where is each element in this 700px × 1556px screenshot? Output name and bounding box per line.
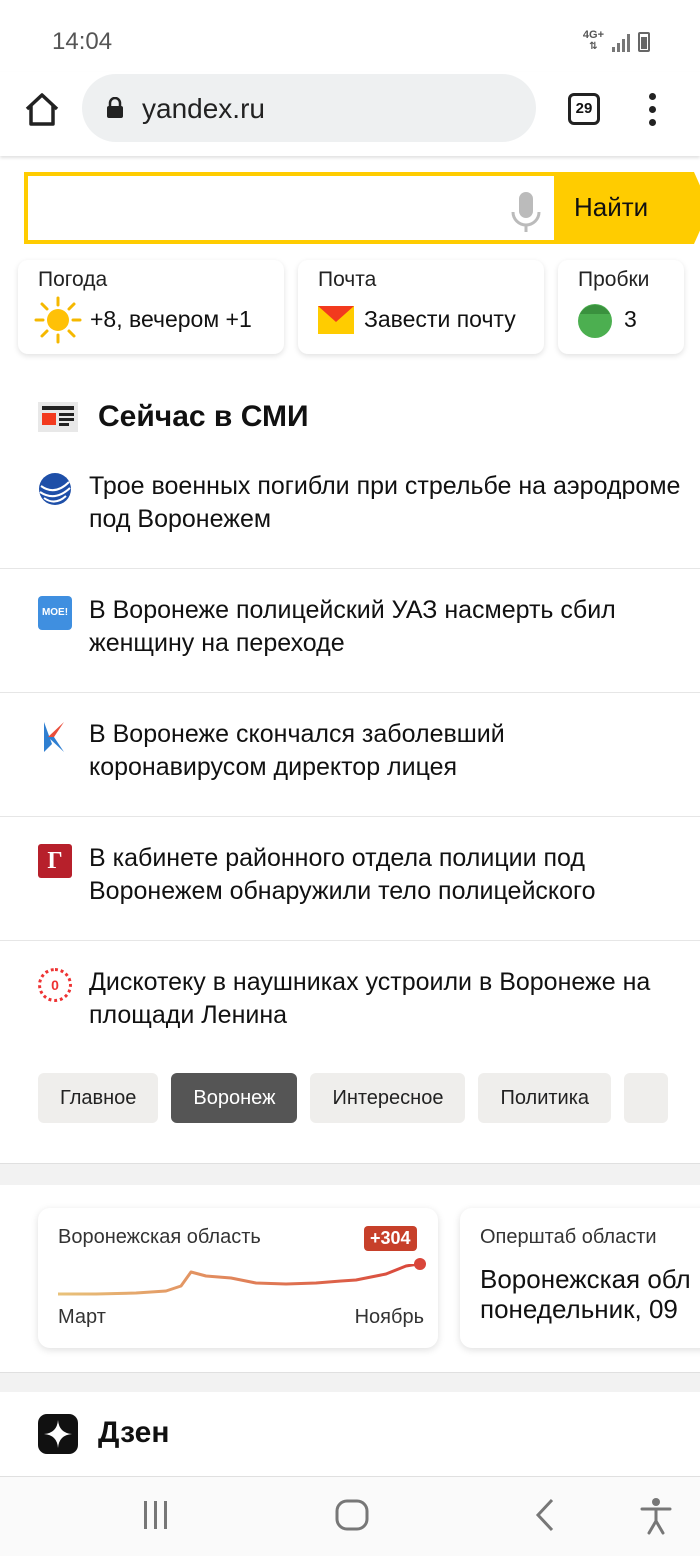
search-input[interactable]: [24, 172, 554, 244]
g-source-label: Г: [47, 848, 63, 874]
tabs-count-button[interactable]: 29: [568, 93, 600, 125]
network-type-icon: 4G+ ⇅: [582, 29, 604, 53]
status-icons: 4G+ ⇅: [583, 30, 650, 52]
sun-icon: [34, 296, 82, 344]
weather-card[interactable]: Погода +8, вечером +1: [18, 260, 284, 354]
mail-value: Завести почту: [364, 306, 516, 332]
search-button[interactable]: Найти: [554, 172, 700, 244]
news-item[interactable]: Трое военных погибли при стрельбе на аэр…: [0, 472, 700, 596]
news-tabs: Главное Воронеж Интересное Политика: [38, 1073, 700, 1123]
network-type-label: 4G+: [582, 29, 604, 41]
moe-source-icon: MOE!: [38, 596, 72, 630]
axis-end-label: Ноябрь: [354, 1306, 424, 1328]
divider: [0, 816, 700, 817]
covid-hq-card[interactable]: Оперштаб области Воронежская обл понедел…: [460, 1208, 700, 1348]
news-section-title: Сейчас в СМИ: [98, 400, 309, 433]
g-source-icon: Г: [38, 844, 72, 878]
axis-start-label: Март: [58, 1306, 106, 1328]
address-bar[interactable]: yandex.ru: [82, 74, 536, 142]
tab-more[interactable]: [624, 1073, 669, 1123]
covid-hq-title: Оперштаб области: [480, 1226, 657, 1248]
zen-title: Дзен: [98, 1416, 170, 1449]
tab-interesting[interactable]: Интересное: [310, 1073, 466, 1123]
status-bar: 14:04 4G+ ⇅: [0, 0, 700, 80]
search-button-label: Найти: [574, 192, 649, 222]
divider: [0, 568, 700, 569]
status-time: 14:04: [52, 28, 113, 55]
sparkline-end-dot: [414, 1258, 426, 1270]
moe-source-label: MOE!: [41, 607, 69, 618]
covid-region-title: Воронежская область: [58, 1226, 261, 1248]
more-menu-icon[interactable]: [642, 90, 662, 130]
o-source-icon: 0: [38, 968, 72, 1002]
covid-region-card[interactable]: Воронежская область +304 Март Ноябрь: [38, 1208, 438, 1348]
covid-sparkline: [58, 1264, 419, 1296]
browser-toolbar: yandex.ru 29: [0, 72, 700, 156]
o-source-label: 0: [51, 977, 59, 993]
news-item[interactable]: MOE! В Воронеже полицейский УАЗ насмерть…: [0, 596, 700, 720]
system-nav-bar: [0, 1476, 700, 1556]
tab-main[interactable]: Главное: [38, 1073, 159, 1123]
tab-voronezh[interactable]: Воронеж: [171, 1073, 298, 1123]
back-nav-icon[interactable]: [532, 1497, 560, 1533]
covid-hq-body: Воронежская обл понедельник, 09: [480, 1264, 691, 1324]
traffic-title: Пробки: [578, 268, 650, 291]
news-item-text: В Воронеже скончался заболевший коронави…: [89, 720, 505, 781]
section-separator: [0, 1163, 700, 1185]
news-item-text: В Воронеже полицейский УАЗ насмерть сбил…: [89, 596, 616, 657]
weather-value: +8, вечером +1: [90, 306, 252, 332]
url-text: yandex.ru: [142, 93, 265, 124]
battery-icon: [638, 32, 650, 52]
section-separator: [0, 1372, 700, 1392]
traffic-value: 3: [624, 306, 637, 332]
mail-card[interactable]: Почта Завести почту: [298, 260, 544, 354]
covid-cases-badge: +304: [364, 1226, 417, 1251]
zen-logo-icon: [38, 1414, 78, 1454]
home-nav-icon[interactable]: [334, 1497, 370, 1533]
newspaper-icon: [38, 402, 78, 432]
news-item[interactable]: Г В кабинете районного отдела полиции по…: [0, 844, 700, 968]
lock-icon: [107, 97, 123, 118]
recent-apps-icon[interactable]: [142, 1497, 170, 1533]
covid-hq-line2: понедельник, 09: [480, 1294, 678, 1324]
news-item-text: Трое военных погибли при стрельбе на аэр…: [89, 472, 681, 533]
k-source-icon: [44, 722, 64, 752]
search-form: Найти: [24, 172, 700, 244]
traffic-card[interactable]: Пробки 3: [558, 260, 684, 354]
divider: [0, 692, 700, 693]
accessibility-icon[interactable]: [640, 1497, 672, 1535]
microphone-icon[interactable]: [508, 190, 544, 234]
traffic-light-icon: [578, 304, 612, 338]
weather-title: Погода: [38, 268, 108, 291]
covid-hq-line1: Воронежская обл: [480, 1264, 691, 1294]
mail-title: Почта: [318, 268, 377, 291]
mail-envelope-icon: [318, 306, 354, 334]
signal-icon: [612, 34, 630, 52]
globe-source-icon: [39, 473, 71, 505]
news-item-text: В кабинете районного отдела полиции под …: [89, 844, 596, 905]
news-item[interactable]: В Воронеже скончался заболевший коронави…: [0, 720, 700, 844]
divider: [0, 940, 700, 941]
news-item-text: Дискотеку в наушниках устроили в Воронеж…: [89, 968, 651, 1029]
home-icon[interactable]: [22, 90, 62, 130]
tab-politics[interactable]: Политика: [478, 1073, 612, 1123]
